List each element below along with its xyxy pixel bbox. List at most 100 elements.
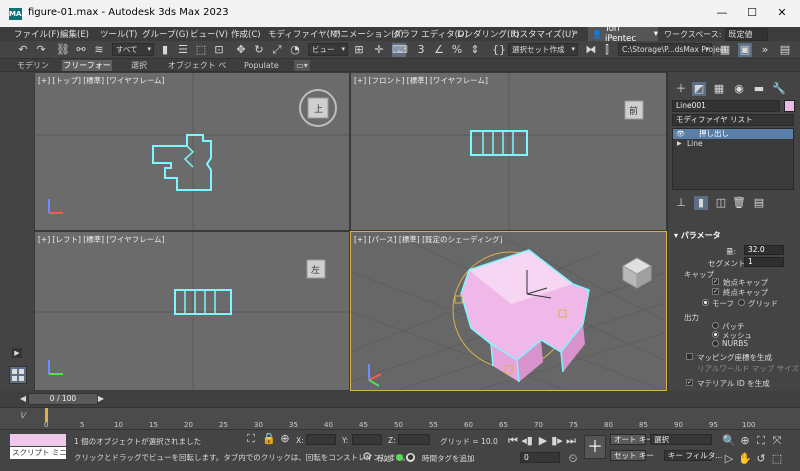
- remove-modifier-icon[interactable]: 🗑: [732, 196, 746, 210]
- pan-icon[interactable]: ✋: [738, 452, 752, 466]
- patch-radio[interactable]: [712, 322, 719, 329]
- named-selection-dropdown[interactable]: 選択セット作成: [508, 43, 578, 56]
- viewport-perspective[interactable]: [+] [パース] [標準] [既定のシェーディング]: [350, 231, 667, 391]
- menu-create[interactable]: 作成(C): [231, 28, 261, 40]
- z-coord-field[interactable]: [398, 434, 430, 445]
- filter-track-icon[interactable]: ⌇⁄: [20, 411, 25, 420]
- zoom-icon[interactable]: 🔍: [722, 434, 736, 448]
- angle-snap-icon[interactable]: ∠: [432, 43, 446, 57]
- segments-spinner[interactable]: 1: [744, 257, 784, 267]
- modify-tab-icon[interactable]: ◩: [692, 82, 706, 96]
- isolate-selection-icon[interactable]: ⛶: [244, 432, 258, 446]
- menu-customize[interactable]: カスタマイズ(U): [511, 28, 575, 40]
- edit-named-sel-icon[interactable]: {}: [492, 43, 506, 57]
- goto-start-icon[interactable]: ⏮: [506, 434, 520, 448]
- move-icon[interactable]: ✥: [234, 43, 248, 57]
- cap-end-checkbox[interactable]: ✓: [712, 288, 719, 295]
- tab-freeform[interactable]: フリーフォーム: [62, 60, 112, 81]
- field-of-view-icon[interactable]: ▷: [722, 452, 736, 466]
- toggle-scene-explorer-icon[interactable]: ▦: [718, 43, 732, 57]
- zoom-extents-all-icon[interactable]: ⤧: [770, 434, 784, 448]
- minimize-button[interactable]: —: [707, 4, 737, 22]
- unlink-icon[interactable]: ⚯: [74, 43, 88, 57]
- maxscript-listener-label[interactable]: スクリプト ミニ リス: [10, 447, 66, 459]
- render-setup-icon[interactable]: ▣: [738, 43, 752, 57]
- snap-3d-icon[interactable]: 3: [414, 43, 428, 57]
- rect-selection-icon[interactable]: ⬚: [194, 43, 208, 57]
- extruded-object[interactable]: [460, 249, 590, 383]
- hierarchy-tab-icon[interactable]: ▦: [712, 82, 726, 96]
- mirror-icon[interactable]: ⧓: [584, 43, 598, 57]
- viewcube-persp[interactable]: [621, 257, 653, 289]
- spinner-snap-icon[interactable]: ⇕: [468, 43, 482, 57]
- viewport-top[interactable]: [+] [トップ] [標準] [ワイヤフレーム] 上: [34, 72, 350, 231]
- menu-overflow[interactable]: »: [573, 28, 578, 38]
- align-icon[interactable]: ⫿: [600, 43, 614, 57]
- menu-rendering[interactable]: レンダリング(R): [456, 28, 520, 40]
- pin-stack-icon[interactable]: ⊥: [674, 196, 688, 210]
- play-icon[interactable]: ▶: [536, 434, 550, 448]
- reference-coord-dropdown[interactable]: ビュー: [308, 43, 348, 56]
- modifier-list-dropdown[interactable]: モディファイヤ リスト: [672, 114, 794, 126]
- selected-dropdown[interactable]: 選択: [650, 434, 712, 445]
- y-coord-field[interactable]: [352, 434, 382, 445]
- lock-selection-icon[interactable]: 🔒: [262, 432, 276, 446]
- pivot-center-icon[interactable]: ⊞: [352, 43, 366, 57]
- percent-snap-icon[interactable]: %: [450, 43, 464, 57]
- menu-tools[interactable]: ツール(T): [100, 28, 137, 40]
- tab-selection[interactable]: 選択: [126, 60, 152, 71]
- select-by-name-icon[interactable]: ☰: [176, 43, 190, 57]
- zoom-all-icon[interactable]: ⊕: [738, 434, 752, 448]
- workspace-selector[interactable]: ワークスペース: 既定値: [660, 27, 800, 41]
- mesh-radio[interactable]: [712, 331, 719, 338]
- x-coord-field[interactable]: [306, 434, 336, 445]
- next-frame-icon[interactable]: ▶: [94, 392, 108, 406]
- close-button[interactable]: ✕: [767, 4, 797, 22]
- orbit-icon[interactable]: ↺: [754, 452, 768, 466]
- add-time-tag-button[interactable]: 時間タグを追加: [422, 453, 475, 464]
- ribbon-toggle-icon[interactable]: ▭▾: [294, 60, 310, 71]
- selection-filter-dropdown[interactable]: すべて: [112, 43, 154, 56]
- motion-tab-icon[interactable]: ◉: [732, 82, 746, 96]
- zoom-extents-icon[interactable]: ⛶: [754, 434, 768, 448]
- maximize-viewport-icon[interactable]: ⬚: [770, 452, 784, 466]
- toolbar-overflow-icon[interactable]: »: [758, 43, 772, 57]
- maxscript-listener-top[interactable]: [10, 434, 66, 446]
- viewport-front[interactable]: [+] [フロント] [標準] [ワイヤフレーム] 前: [350, 72, 667, 231]
- auto-key-button[interactable]: オート キー: [610, 434, 654, 445]
- stack-item-line[interactable]: ▶ Line: [673, 139, 793, 149]
- menu-edit[interactable]: 編集(E): [60, 28, 89, 40]
- time-slider-thumb[interactable]: 0 / 100: [28, 393, 98, 405]
- menu-modifiers[interactable]: モディファイヤ(M): [268, 28, 341, 40]
- link-icon[interactable]: ⛓: [56, 43, 70, 57]
- amount-spinner[interactable]: 32.0: [744, 245, 784, 255]
- morph-radio[interactable]: [702, 299, 709, 306]
- stack-item-extrude[interactable]: 👁 押し出し: [673, 129, 793, 139]
- bind-spacewarp-icon[interactable]: ≋: [92, 43, 106, 57]
- object-name-input[interactable]: Line001: [672, 100, 780, 112]
- prev-key-icon[interactable]: ◂▮: [520, 434, 534, 448]
- render-frame-icon[interactable]: ▤: [778, 43, 792, 57]
- absolute-mode-icon[interactable]: ⊕: [278, 432, 292, 446]
- chevron-right-icon[interactable]: ▶: [677, 139, 682, 149]
- project-folder-dropdown[interactable]: C:\Storage\P...dsMax Project: [618, 43, 727, 56]
- set-key-big-icon[interactable]: ＋: [584, 435, 606, 459]
- enabled-indicator-icon[interactable]: [396, 454, 403, 461]
- next-key-icon[interactable]: ▮▸: [550, 434, 564, 448]
- set-key-button[interactable]: セット キー: [610, 450, 654, 461]
- create-tab-icon[interactable]: ＋: [674, 82, 688, 96]
- viewport-layout-icon[interactable]: [9, 366, 27, 384]
- rotate-icon[interactable]: ↻: [252, 43, 266, 57]
- viewport-left[interactable]: [+] [レフト] [標準] [ワイヤフレーム] 左: [34, 231, 350, 391]
- select-object-icon[interactable]: ▮: [158, 43, 172, 57]
- menu-file[interactable]: ファイル(F): [14, 28, 60, 40]
- gen-matid-checkbox[interactable]: ✓: [686, 379, 693, 386]
- user-account[interactable]: 👤 Tori iPentec ▾: [588, 24, 658, 44]
- configure-sets-icon[interactable]: ▤: [752, 196, 766, 210]
- grid-radio[interactable]: [738, 299, 745, 306]
- maximize-button[interactable]: ☐: [737, 4, 767, 22]
- tab-populate[interactable]: Populate: [244, 60, 279, 71]
- place-icon[interactable]: ◔: [288, 43, 302, 57]
- keyboard-shortcut-icon[interactable]: ⌨: [392, 43, 408, 57]
- scale-icon[interactable]: ⤢: [270, 43, 284, 57]
